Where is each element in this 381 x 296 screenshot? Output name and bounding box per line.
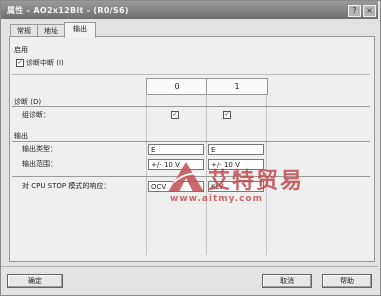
window-title: 属性 - AO2x12Bit - (R0/S6)	[7, 6, 129, 15]
group-diag-ch1-checkbox[interactable]: ✓	[223, 111, 231, 119]
group-diagnostics-label: 组诊断：	[22, 111, 50, 119]
column-divider	[146, 95, 147, 255]
close-icon[interactable]: ×	[363, 5, 376, 17]
title-bar: 属性 - AO2x12Bit - (R0/S6) ? ×	[1, 1, 378, 19]
output-type-ch1-field[interactable]: E	[208, 144, 264, 155]
divider	[12, 141, 370, 142]
help-button[interactable]: 帮助	[322, 274, 372, 288]
divider	[12, 74, 370, 75]
divider	[1, 266, 378, 267]
group-diag-ch0-checkbox[interactable]: ✓	[171, 111, 179, 119]
output-section-label: 输出	[14, 132, 28, 140]
watermark-brand: 艾特贸易	[208, 169, 305, 194]
watermark-url: www.aitmy.com	[170, 194, 263, 204]
divider	[12, 106, 370, 107]
diag-interrupt-checkbox[interactable]: ✓	[16, 59, 24, 67]
channel-header-1: 1	[206, 78, 268, 95]
watermark-logo	[168, 162, 204, 192]
output-type-ch0-field[interactable]: E	[148, 144, 204, 155]
help-icon[interactable]: ?	[348, 5, 361, 17]
output-range-label: 输出范围：	[22, 160, 57, 168]
ok-button[interactable]: 确定	[7, 274, 63, 288]
tab-output[interactable]: 输出	[64, 22, 96, 38]
output-type-label: 输出类型：	[22, 145, 57, 153]
cpu-stop-label: 对 CPU STOP 模式的响应：	[22, 182, 111, 190]
cancel-button[interactable]: 取消	[262, 274, 312, 288]
enable-group-label: 启用	[14, 46, 28, 54]
diag-interrupt-label: 诊断中断 (I)	[26, 59, 64, 67]
channel-header-0: 0	[146, 78, 208, 95]
column-divider	[206, 95, 207, 255]
